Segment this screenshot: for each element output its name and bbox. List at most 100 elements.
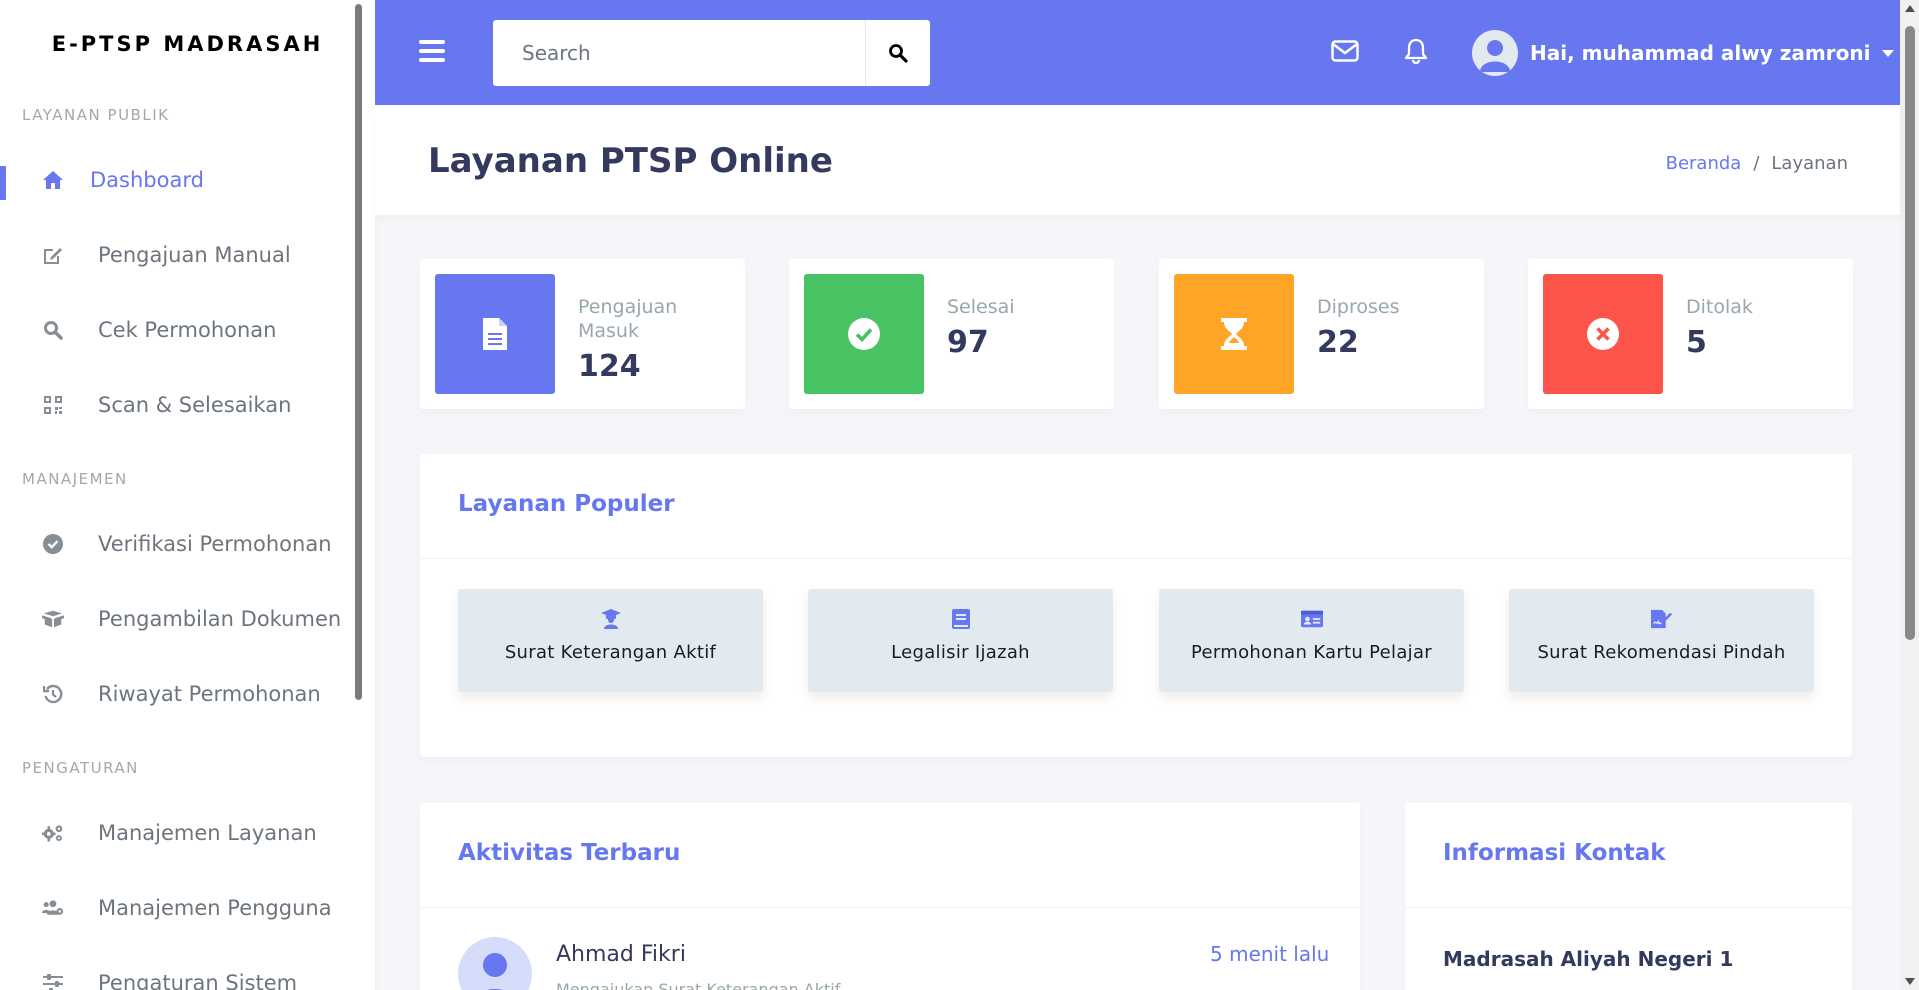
sidebar-item-pengajuan-manual[interactable]: Pengajuan Manual [0,217,375,292]
stat-icon-box [1174,274,1294,394]
stat-value: 22 [1317,325,1359,360]
search-icon [889,44,908,63]
check-circle-icon [848,318,880,350]
scrollbar-thumb[interactable] [1905,26,1915,640]
user-greeting: Hai, muhammad alwy zamroni [1530,41,1871,65]
graduate-icon [600,608,622,630]
stat-value: 124 [578,349,641,384]
history-icon [42,683,64,705]
qrcode-icon [42,394,64,416]
sidebar-item-label: Dashboard [90,167,204,192]
check-circle-icon [42,533,64,555]
cogs-icon [42,822,64,844]
id-card-icon [1300,608,1323,630]
service-surat-rekomendasi-pindah[interactable]: Surat Rekomendasi Pindah [1509,589,1814,692]
sidebar: E-PTSP MADRASAH LAYANAN PUBLIK Dashboard… [0,0,375,990]
stat-card-ditolak: Ditolak 5 [1528,259,1853,409]
page-scrollbar[interactable] [1900,0,1919,990]
sidebar-item-scan-selesaikan[interactable]: Scan & Selesaikan [0,367,375,442]
sidebar-item-label: Pengaturan Sistem [98,970,298,990]
sidebar-item-riwayat-permohonan[interactable]: Riwayat Permohonan [0,656,375,731]
activity-timestamp: 5 menit lalu [1210,942,1330,966]
search-input[interactable] [493,20,866,86]
file-icon [483,318,507,350]
sidebar-item-manajemen-pengguna[interactable]: Manajemen Pengguna [0,870,375,945]
sidebar-item-dashboard[interactable]: Dashboard [0,142,375,217]
bell-icon[interactable] [1401,36,1431,66]
service-label: Surat Rekomendasi Pindah [1537,642,1786,663]
activity-user-name: Ahmad Fikri [556,942,686,967]
scroll-up-arrow-icon[interactable] [1905,5,1915,12]
chevron-down-icon [1882,49,1895,57]
sidebar-item-label: Cek Permohonan [98,317,277,342]
hourglass-icon [1221,318,1247,350]
stat-icon-box [804,274,924,394]
service-surat-keterangan-aktif[interactable]: Surat Keterangan Aktif [458,589,763,692]
book-icon [950,608,972,630]
sidebar-scrollbar[interactable] [355,4,362,700]
stat-icon-box [435,274,555,394]
search-button[interactable] [866,20,930,86]
sidebar-item-label: Pengambilan Dokumen [98,606,342,631]
card-title: Aktivitas Terbaru [458,840,681,866]
service-legalisir-ijazah[interactable]: Legalisir Ijazah [808,589,1113,692]
file-signature-icon [1650,608,1673,630]
sliders-icon [42,972,64,990]
menu-header-manajemen: MANAJEMEN [22,470,128,488]
top-navbar: Hai, muhammad alwy zamroni [375,0,1900,105]
sidebar-item-label: Riwayat Permohonan [98,681,321,706]
sidebar-item-label: Verifikasi Permohonan [98,531,332,556]
search-icon [42,319,64,341]
stat-card-diproses: Diproses 22 [1159,259,1484,409]
section-header: Layanan PTSP Online Beranda / Layanan [375,105,1900,215]
menu-header-layanan-publik: LAYANAN PUBLIK [22,106,170,124]
brand-logo[interactable]: E-PTSP MADRASAH [0,0,375,88]
sidebar-item-verifikasi-permohonan[interactable]: Verifikasi Permohonan [0,506,375,581]
activity-description: Mengajukan Surat Keterangan Aktif [556,980,841,990]
stat-label: Selesai [947,296,1015,318]
box-open-icon [42,608,64,630]
hamburger-menu-icon[interactable] [419,40,445,62]
stat-icon-box [1543,274,1663,394]
sidebar-item-label: Manajemen Layanan [98,820,317,845]
stat-card-selesai: Selesai 97 [789,259,1114,409]
breadcrumb-link-beranda[interactable]: Beranda [1666,153,1742,174]
menu-header-pengaturan: PENGATURAN [22,759,139,777]
stat-label: Ditolak [1686,296,1753,318]
breadcrumb-current: Layanan [1771,153,1848,174]
breadcrumb-separator: / [1753,153,1760,174]
stat-value: 97 [947,325,989,360]
stat-value: 5 [1686,325,1707,360]
stat-label: Pengajuan Masuk [578,296,678,342]
scroll-down-arrow-icon[interactable] [1905,978,1915,985]
times-circle-icon [1587,318,1619,350]
sidebar-item-label: Pengajuan Manual [98,242,291,267]
home-icon [42,169,64,191]
sidebar-item-label: Scan & Selesaikan [98,392,292,417]
card-divider [420,907,1360,908]
edit-icon [42,244,64,266]
card-divider [1405,907,1852,908]
stat-label: Diproses [1317,296,1400,318]
card-title: Layanan Populer [458,491,675,517]
avatar [1472,30,1518,76]
envelope-icon[interactable] [1330,36,1360,66]
contact-institution-name: Madrasah Aliyah Negeri 1 [1443,947,1734,971]
sidebar-item-pengambilan-dokumen[interactable]: Pengambilan Dokumen [0,581,375,656]
sidebar-item-cek-permohonan[interactable]: Cek Permohonan [0,292,375,367]
service-label: Permohonan Kartu Pelajar [1191,642,1432,663]
service-label: Legalisir Ijazah [891,642,1030,663]
sidebar-item-pengaturan-sistem[interactable]: Pengaturan Sistem [0,945,375,990]
page-title: Layanan PTSP Online [428,141,833,181]
breadcrumb: Beranda / Layanan [1666,153,1848,174]
users-cog-icon [42,897,64,919]
service-permohonan-kartu-pelajar[interactable]: Permohonan Kartu Pelajar [1159,589,1464,692]
sidebar-item-manajemen-layanan[interactable]: Manajemen Layanan [0,795,375,870]
sidebar-item-label: Manajemen Pengguna [98,895,332,920]
stat-card-pengajuan-masuk: Pengajuan Masuk 124 [420,259,745,409]
search-form [493,20,930,86]
card-divider [420,558,1852,559]
user-dropdown[interactable]: Hai, muhammad alwy zamroni [1472,30,1895,76]
card-title: Informasi Kontak [1443,840,1666,866]
service-label: Surat Keterangan Aktif [504,642,717,663]
